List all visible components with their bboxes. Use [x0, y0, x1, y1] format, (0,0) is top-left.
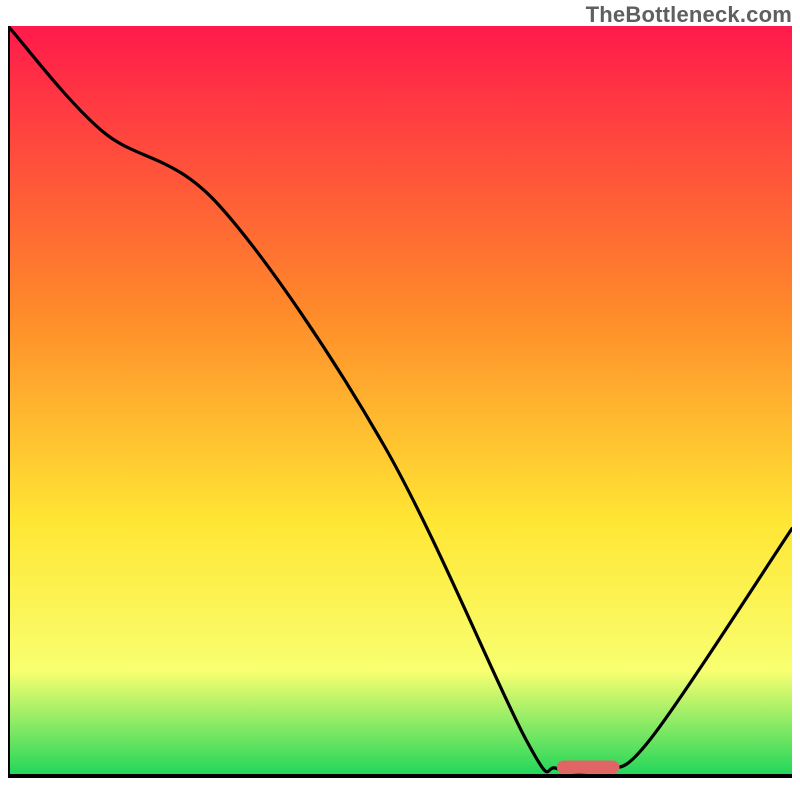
optimum-marker	[557, 761, 620, 774]
plot-area	[8, 26, 792, 792]
gradient-background	[8, 26, 792, 776]
chart-container: TheBottleneck.com	[0, 0, 800, 800]
watermark-text: TheBottleneck.com	[586, 2, 792, 28]
plot-svg	[8, 26, 792, 792]
